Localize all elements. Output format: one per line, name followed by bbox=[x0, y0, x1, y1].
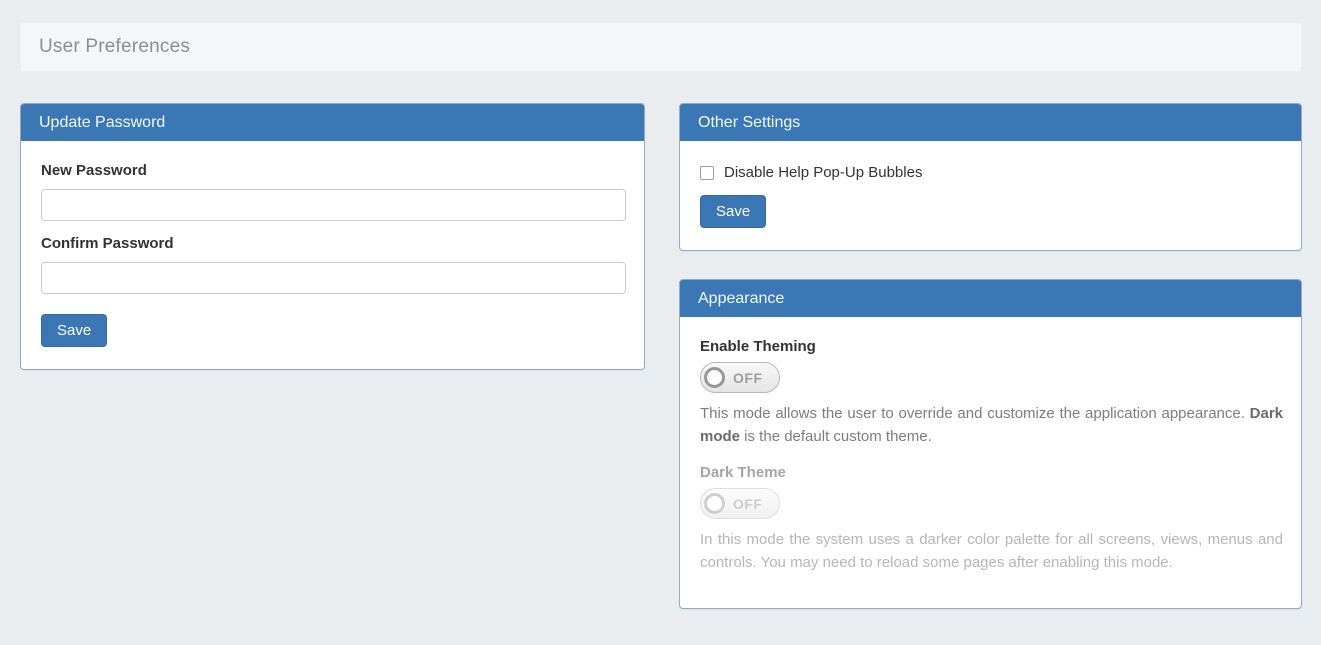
enable-theming-description: This mode allows the user to override an… bbox=[700, 402, 1283, 448]
update-password-panel: Update Password New Password Confirm Pas… bbox=[20, 103, 645, 370]
dark-theme-toggle: OFF bbox=[700, 488, 780, 519]
page-title: User Preferences bbox=[39, 36, 190, 58]
disable-help-checkbox[interactable] bbox=[700, 166, 714, 180]
dark-theme-label: Dark Theme bbox=[700, 464, 1283, 481]
dark-theme-description: In this mode the system uses a darker co… bbox=[700, 528, 1283, 574]
confirm-password-input[interactable] bbox=[41, 262, 626, 294]
update-password-save-button[interactable]: Save bbox=[41, 314, 107, 347]
confirm-password-label: Confirm Password bbox=[41, 235, 626, 252]
appearance-panel: Appearance Enable Theming OFF This mode … bbox=[679, 279, 1302, 609]
enable-theming-label: Enable Theming bbox=[700, 338, 1283, 355]
dark-theme-toggle-state: OFF bbox=[733, 496, 763, 512]
disable-help-checkbox-label[interactable]: Disable Help Pop-Up Bubbles bbox=[724, 164, 922, 181]
dark-theme-setting: Dark Theme OFF In this mode the system u… bbox=[700, 464, 1283, 574]
other-settings-save-button[interactable]: Save bbox=[700, 195, 766, 228]
page-header: User Preferences bbox=[20, 22, 1302, 72]
toggle-knob-icon bbox=[704, 367, 725, 388]
enable-theming-setting: Enable Theming OFF This mode allows the … bbox=[700, 338, 1283, 448]
appearance-panel-heading: Appearance bbox=[680, 280, 1301, 317]
new-password-input[interactable] bbox=[41, 189, 626, 221]
toggle-knob-icon bbox=[704, 493, 725, 514]
enable-theming-toggle-state: OFF bbox=[733, 370, 763, 386]
new-password-label: New Password bbox=[41, 162, 626, 179]
other-settings-panel-heading: Other Settings bbox=[680, 104, 1301, 141]
user-preferences-page: User Preferences Update Password New Pas… bbox=[0, 0, 1321, 609]
update-password-panel-heading: Update Password bbox=[21, 104, 644, 141]
enable-theming-toggle[interactable]: OFF bbox=[700, 362, 780, 393]
other-settings-panel: Other Settings Disable Help Pop-Up Bubbl… bbox=[679, 103, 1302, 251]
